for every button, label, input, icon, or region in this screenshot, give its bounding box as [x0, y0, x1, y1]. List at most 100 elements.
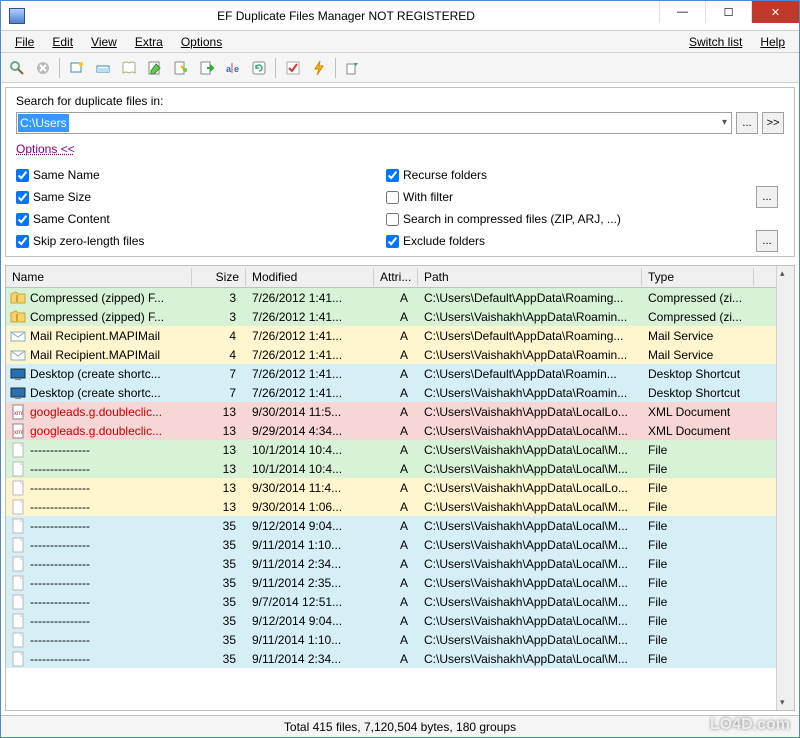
settings-icon[interactable] — [341, 56, 365, 80]
cell-path: C:\Users\Vaishakh\AppData\Roamin... — [418, 386, 642, 400]
page-edit-icon[interactable] — [169, 56, 193, 80]
cell-type: File — [642, 481, 754, 495]
refresh-icon[interactable] — [247, 56, 271, 80]
cell-attr: A — [374, 291, 418, 305]
file-type-icon — [10, 461, 26, 477]
close-button[interactable]: ✕ — [751, 1, 799, 23]
table-row[interactable]: xmlgoogleads.g.doubleclic...139/30/2014 … — [6, 402, 776, 421]
chk-same-name[interactable]: Same Name — [16, 168, 376, 182]
table-row[interactable]: Mail Recipient.MAPIMail47/26/2012 1:41..… — [6, 345, 776, 364]
filter-settings-button[interactable]: ... — [756, 186, 778, 208]
exclude-settings-button[interactable]: ... — [756, 230, 778, 252]
app-window: EF Duplicate Files Manager NOT REGISTERE… — [0, 0, 800, 738]
cell-attr: A — [374, 348, 418, 362]
col-size[interactable]: Size — [192, 268, 246, 286]
col-type[interactable]: Type — [642, 268, 754, 286]
table-row[interactable]: ---------------139/30/2014 1:06...AC:\Us… — [6, 497, 776, 516]
menu-extra[interactable]: Extra — [127, 33, 171, 51]
vertical-scrollbar[interactable]: ▴ ▾ — [776, 266, 794, 710]
minimize-button[interactable]: — — [659, 1, 705, 23]
chk-recurse[interactable]: Recurse folders — [386, 168, 746, 182]
svg-text:xml: xml — [14, 411, 23, 417]
col-modified[interactable]: Modified — [246, 268, 374, 286]
chk-same-size[interactable]: Same Size — [16, 190, 376, 204]
maximize-button[interactable]: ☐ — [705, 1, 751, 23]
options-toggle-link[interactable]: Options << — [16, 142, 75, 156]
cell-attr: A — [374, 329, 418, 343]
table-row[interactable]: ---------------359/11/2014 2:35...AC:\Us… — [6, 573, 776, 592]
cell-type: Compressed (zi... — [642, 291, 754, 305]
cell-type: Compressed (zi... — [642, 310, 754, 324]
compare-icon[interactable]: ae — [221, 56, 245, 80]
dropdown-icon[interactable]: ▾ — [722, 117, 727, 128]
table-row[interactable]: ---------------139/30/2014 11:4...AC:\Us… — [6, 478, 776, 497]
menu-switch-list[interactable]: Switch list — [681, 33, 750, 51]
stop-icon[interactable] — [31, 56, 55, 80]
chk-same-content[interactable]: Same Content — [16, 212, 376, 226]
scroll-down-icon[interactable]: ▾ — [780, 697, 785, 708]
lightning-icon[interactable] — [307, 56, 331, 80]
export-icon[interactable] — [195, 56, 219, 80]
table-row[interactable]: ---------------359/12/2014 9:04...AC:\Us… — [6, 516, 776, 535]
cell-name: --------------- — [30, 576, 90, 590]
file-type-icon: xml — [10, 423, 26, 439]
search-path-input[interactable]: C:\Users ▾ — [16, 112, 732, 134]
table-row[interactable]: ---------------359/11/2014 1:10...AC:\Us… — [6, 535, 776, 554]
chk-skip-zero[interactable]: Skip zero-length files — [16, 234, 376, 248]
next-path-button[interactable]: >> — [762, 112, 784, 134]
cell-size: 35 — [192, 633, 246, 647]
table-row[interactable]: Mail Recipient.MAPIMail47/26/2012 1:41..… — [6, 326, 776, 345]
cell-type: File — [642, 614, 754, 628]
options-grid: Same Name Recurse folders Same Size With… — [16, 164, 784, 252]
cell-path: C:\Users\Vaishakh\AppData\Local\M... — [418, 443, 642, 457]
scroll-up-icon[interactable]: ▴ — [780, 268, 785, 279]
menu-view[interactable]: View — [83, 33, 125, 51]
menu-file[interactable]: File — [7, 33, 42, 51]
table-row[interactable]: ---------------359/11/2014 1:10...AC:\Us… — [6, 630, 776, 649]
search-icon[interactable] — [5, 56, 29, 80]
check-icon[interactable] — [281, 56, 305, 80]
table-row[interactable]: Desktop (create shortc...77/26/2012 1:41… — [6, 364, 776, 383]
table-row[interactable]: ---------------359/12/2014 9:04...AC:\Us… — [6, 611, 776, 630]
cell-size: 7 — [192, 367, 246, 381]
chk-exclude[interactable]: Exclude folders — [386, 234, 746, 248]
cell-size: 4 — [192, 348, 246, 362]
table-row[interactable]: Compressed (zipped) F...37/26/2012 1:41.… — [6, 307, 776, 326]
file-type-icon — [10, 480, 26, 496]
cell-size: 4 — [192, 329, 246, 343]
search-label: Search for duplicate files in: — [16, 94, 784, 108]
cell-modified: 9/30/2014 11:5... — [246, 405, 374, 419]
menu-edit[interactable]: Edit — [44, 33, 81, 51]
edit-icon[interactable] — [143, 56, 167, 80]
book-icon[interactable] — [117, 56, 141, 80]
table-row[interactable]: Desktop (create shortc...77/26/2012 1:41… — [6, 383, 776, 402]
new-window-icon[interactable] — [65, 56, 89, 80]
file-type-icon — [10, 499, 26, 515]
file-type-icon — [10, 366, 26, 382]
table-row[interactable]: ---------------359/11/2014 2:34...AC:\Us… — [6, 554, 776, 573]
cell-size: 3 — [192, 310, 246, 324]
cell-name: Desktop (create shortc... — [30, 386, 161, 400]
cell-type: File — [642, 500, 754, 514]
cell-name: Mail Recipient.MAPIMail — [30, 348, 160, 362]
svg-text:a: a — [226, 64, 232, 74]
cell-modified: 7/26/2012 1:41... — [246, 329, 374, 343]
table-row[interactable]: ---------------359/11/2014 2:34...AC:\Us… — [6, 649, 776, 668]
col-name[interactable]: Name — [6, 268, 192, 286]
table-row[interactable]: ---------------1310/1/2014 10:4...AC:\Us… — [6, 440, 776, 459]
col-attr[interactable]: Attri... — [374, 268, 418, 286]
table-row[interactable]: Compressed (zipped) F...37/26/2012 1:41.… — [6, 288, 776, 307]
browse-button[interactable]: ... — [736, 112, 758, 134]
cell-type: File — [642, 519, 754, 533]
chk-with-filter[interactable]: With filter — [386, 190, 746, 204]
cell-size: 3 — [192, 291, 246, 305]
tray-icon[interactable] — [91, 56, 115, 80]
chk-compressed[interactable]: Search in compressed files (ZIP, ARJ, ..… — [386, 212, 746, 226]
col-path[interactable]: Path — [418, 268, 642, 286]
menu-help[interactable]: Help — [752, 33, 793, 51]
table-row[interactable]: ---------------359/7/2014 12:51...AC:\Us… — [6, 592, 776, 611]
menu-options[interactable]: Options — [173, 33, 230, 51]
table-row[interactable]: xmlgoogleads.g.doubleclic...139/29/2014 … — [6, 421, 776, 440]
table-row[interactable]: ---------------1310/1/2014 10:4...AC:\Us… — [6, 459, 776, 478]
file-type-icon: xml — [10, 404, 26, 420]
